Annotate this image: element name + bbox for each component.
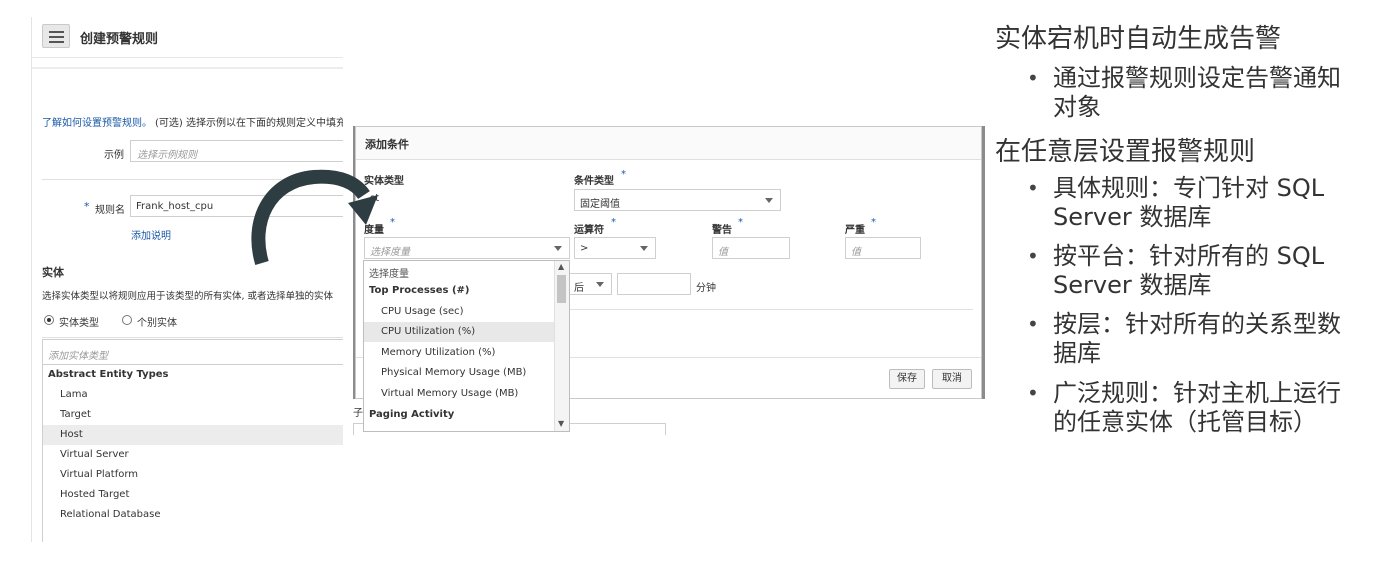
operator-value: > — [580, 243, 589, 254]
list-item[interactable]: CPU Usage (sec) — [364, 302, 554, 322]
bullet-text: Server 数据库 — [1053, 271, 1212, 299]
list-item[interactable]: Relational Database — [43, 505, 343, 525]
entity-type-search-input[interactable]: 添加实体类型 — [42, 339, 343, 365]
bullet-text: 具体规则：专门针对 SQL — [1053, 174, 1325, 202]
metric-select[interactable]: 选择度量 — [364, 237, 570, 259]
bullet-dot-icon: • — [1027, 244, 1039, 268]
list-item[interactable]: Lama — [43, 385, 343, 405]
bullet-dot-icon: • — [1027, 176, 1039, 200]
required-mark: * — [871, 217, 876, 228]
list-item[interactable]: Target — [43, 405, 343, 425]
required-mark: * — [84, 200, 90, 213]
duration-value: 后 — [574, 283, 584, 294]
bullet-dot-icon: • — [1027, 381, 1039, 405]
condition-type-select[interactable]: 固定阈值 — [574, 189, 781, 211]
save-button[interactable]: 保存 — [889, 369, 925, 389]
list-group-header: Paging Activity — [369, 409, 455, 420]
entity-type-radio-label: 实体类型 — [59, 318, 99, 329]
learn-alert-rules-link[interactable]: 了解如何设置预警规则。 — [42, 114, 152, 129]
entity-section-heading: 实体 — [42, 266, 64, 279]
bullet-text: 按层：针对所有的关系型数 — [1053, 310, 1341, 338]
list-item[interactable]: CPU Utilization (%) — [364, 322, 554, 342]
divider — [42, 337, 343, 338]
chevron-down-icon — [554, 246, 562, 251]
list-group-header: Abstract Entity Types — [48, 369, 169, 380]
bullet-text: 广泛规则：针对主机上运行 — [1053, 379, 1341, 407]
bullet-dot-icon: • — [1027, 66, 1039, 90]
scrollbar-thumb[interactable] — [557, 275, 566, 303]
required-mark: * — [611, 217, 616, 228]
warning-label: 警告 — [712, 225, 732, 236]
menu-icon[interactable] — [42, 24, 70, 48]
list-item[interactable]: Physical Memory Usage (MB) — [364, 363, 554, 383]
critical-label: 严重 — [845, 225, 865, 236]
entity-type-list: Abstract Entity Types Lama Target Host V… — [42, 365, 343, 542]
example-hint-text: (可选) 选择示例以在下面的规则定义中填充 — [155, 118, 343, 129]
example-placeholder: 选择示例规则 — [137, 150, 197, 161]
scroll-up-icon[interactable]: ▲ — [558, 262, 564, 271]
warning-input[interactable]: 值 — [712, 237, 790, 259]
create-alert-rule-page: 创建预警规则 了解如何设置预警规则。 (可选) 选择示例以在下面的规则定义中填充… — [31, 17, 343, 542]
scrollbar[interactable]: ▲ ▼ — [554, 261, 569, 431]
dialog-title: 添加条件 — [365, 138, 409, 151]
operator-select[interactable]: > — [574, 237, 656, 259]
list-group-header: Top Processes (#) — [369, 285, 470, 296]
metric-dropdown-list: 选择度量 Top Processes (#) CPU Usage (sec) C… — [363, 260, 570, 432]
list-item[interactable]: Hosted Target — [43, 485, 343, 505]
bullet-text: 据库 — [1053, 339, 1101, 367]
critical-input[interactable]: 值 — [845, 237, 921, 259]
example-select[interactable]: 选择示例规则 — [130, 140, 343, 162]
required-mark: * — [621, 169, 626, 180]
chevron-down-icon — [765, 198, 773, 203]
entity-description: 选择实体类型以将规则应用于该类型的所有实体, 或者选择单独的实体 — [42, 291, 334, 302]
page-title: 创建预警规则 — [80, 32, 159, 47]
minutes-label: 分钟 — [696, 283, 716, 294]
single-entity-radio[interactable] — [122, 315, 132, 325]
bullet-heading-2: 在任意层设置报警规则 — [995, 137, 1256, 167]
operator-label: 运算符 — [574, 225, 604, 236]
example-label: 示例 — [104, 150, 124, 161]
critical-placeholder: 值 — [851, 247, 861, 258]
scroll-down-icon[interactable]: ▼ — [558, 419, 564, 428]
cancel-button[interactable]: 取消 — [932, 369, 972, 389]
bullet-text: 对象 — [1053, 93, 1101, 121]
divider — [32, 67, 343, 69]
list-item[interactable]: 选择度量 — [364, 261, 554, 281]
dialog-title-bar: 添加条件 — [356, 127, 981, 160]
list-item[interactable]: Virtual Platform — [43, 465, 343, 485]
add-description-link[interactable]: 添加说明 — [131, 227, 171, 242]
condition-type-value: 固定阈值 — [580, 199, 620, 210]
entity-type-search-placeholder: 添加实体类型 — [48, 351, 108, 362]
bullet-text: 通过报警规则设定告警通知 — [1053, 64, 1341, 92]
bullet-text: 按平台：针对所有的 SQL — [1053, 242, 1325, 270]
rule-name-label: 规则名 — [95, 205, 125, 216]
background-text: 子 — [353, 408, 363, 419]
duration-minutes-input[interactable] — [617, 273, 691, 295]
list-item[interactable]: Virtual Memory Usage (MB) — [364, 384, 554, 404]
bullet-dot-icon: • — [1027, 312, 1039, 336]
required-mark: * — [738, 217, 743, 228]
chevron-down-icon — [596, 282, 604, 287]
bullet-heading-1: 实体宕机时自动生成告警 — [995, 24, 1282, 54]
single-entity-radio-label: 个别实体 — [137, 318, 177, 329]
rule-name-value: Frank_host_cpu — [136, 201, 214, 212]
required-mark: * — [390, 217, 395, 228]
list-item[interactable]: Host — [43, 425, 343, 445]
list-item[interactable]: Virtual Server — [43, 445, 343, 465]
entity-type-radio[interactable] — [44, 315, 54, 325]
condition-type-label: 条件类型 — [574, 176, 614, 187]
chevron-down-icon — [640, 246, 648, 251]
warning-placeholder: 值 — [718, 247, 728, 258]
bullet-text: Server 数据库 — [1053, 203, 1212, 231]
list-item[interactable]: Memory Utilization (%) — [364, 343, 554, 363]
page-header: 创建预警规则 — [32, 17, 343, 58]
duration-select[interactable]: 后 — [568, 273, 612, 295]
curved-arrow-icon — [251, 169, 378, 266]
bullet-text: 的任意实体（托管目标） — [1053, 408, 1317, 436]
